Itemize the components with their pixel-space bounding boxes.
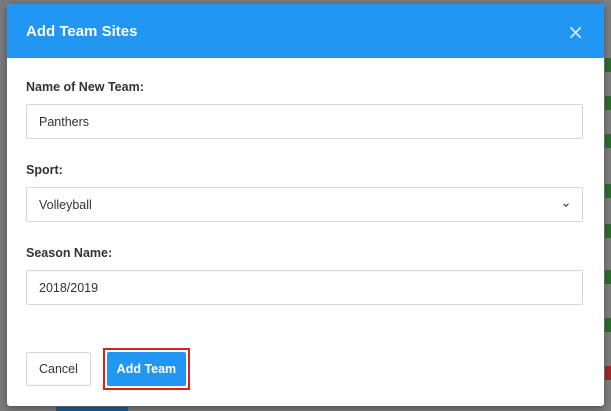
background-status-mark xyxy=(605,270,611,284)
sport-selected-value: Volleyball xyxy=(39,197,92,212)
team-name-group: Name of New Team: xyxy=(26,80,584,139)
season-name-group: Season Name: xyxy=(26,246,584,305)
team-name-label: Name of New Team: xyxy=(26,80,144,94)
cancel-button[interactable]: Cancel xyxy=(26,352,91,386)
background-button xyxy=(56,407,128,411)
add-team-modal: Add Team Sites × Name of New Team: Sport… xyxy=(7,4,604,406)
add-team-button[interactable]: Add Team xyxy=(106,352,186,386)
sport-label: Sport: xyxy=(26,163,63,177)
modal-header: Add Team Sites × xyxy=(7,4,604,58)
background-status-mark xyxy=(605,96,611,110)
add-team-highlight: Add Team xyxy=(102,348,190,390)
background-status-mark xyxy=(605,134,611,148)
modal-footer: Cancel Add Team xyxy=(26,348,190,390)
background-status-mark xyxy=(605,58,611,72)
close-icon[interactable]: × xyxy=(567,22,584,42)
modal-title: Add Team Sites xyxy=(26,22,138,40)
background-status-mark xyxy=(605,318,611,332)
chevron-down-icon xyxy=(563,202,569,207)
modal-body: Name of New Team: Sport: Volleyball Seas… xyxy=(7,58,604,305)
sport-group: Sport: Volleyball xyxy=(26,163,584,222)
background-status-mark xyxy=(605,224,611,238)
sport-select[interactable]: Volleyball xyxy=(26,187,583,222)
background-status-mark xyxy=(605,184,611,198)
team-name-input[interactable] xyxy=(26,104,583,139)
background-status-mark xyxy=(605,366,611,380)
season-name-label: Season Name: xyxy=(26,246,113,260)
background-page xyxy=(603,0,611,411)
season-name-input[interactable] xyxy=(26,270,583,305)
